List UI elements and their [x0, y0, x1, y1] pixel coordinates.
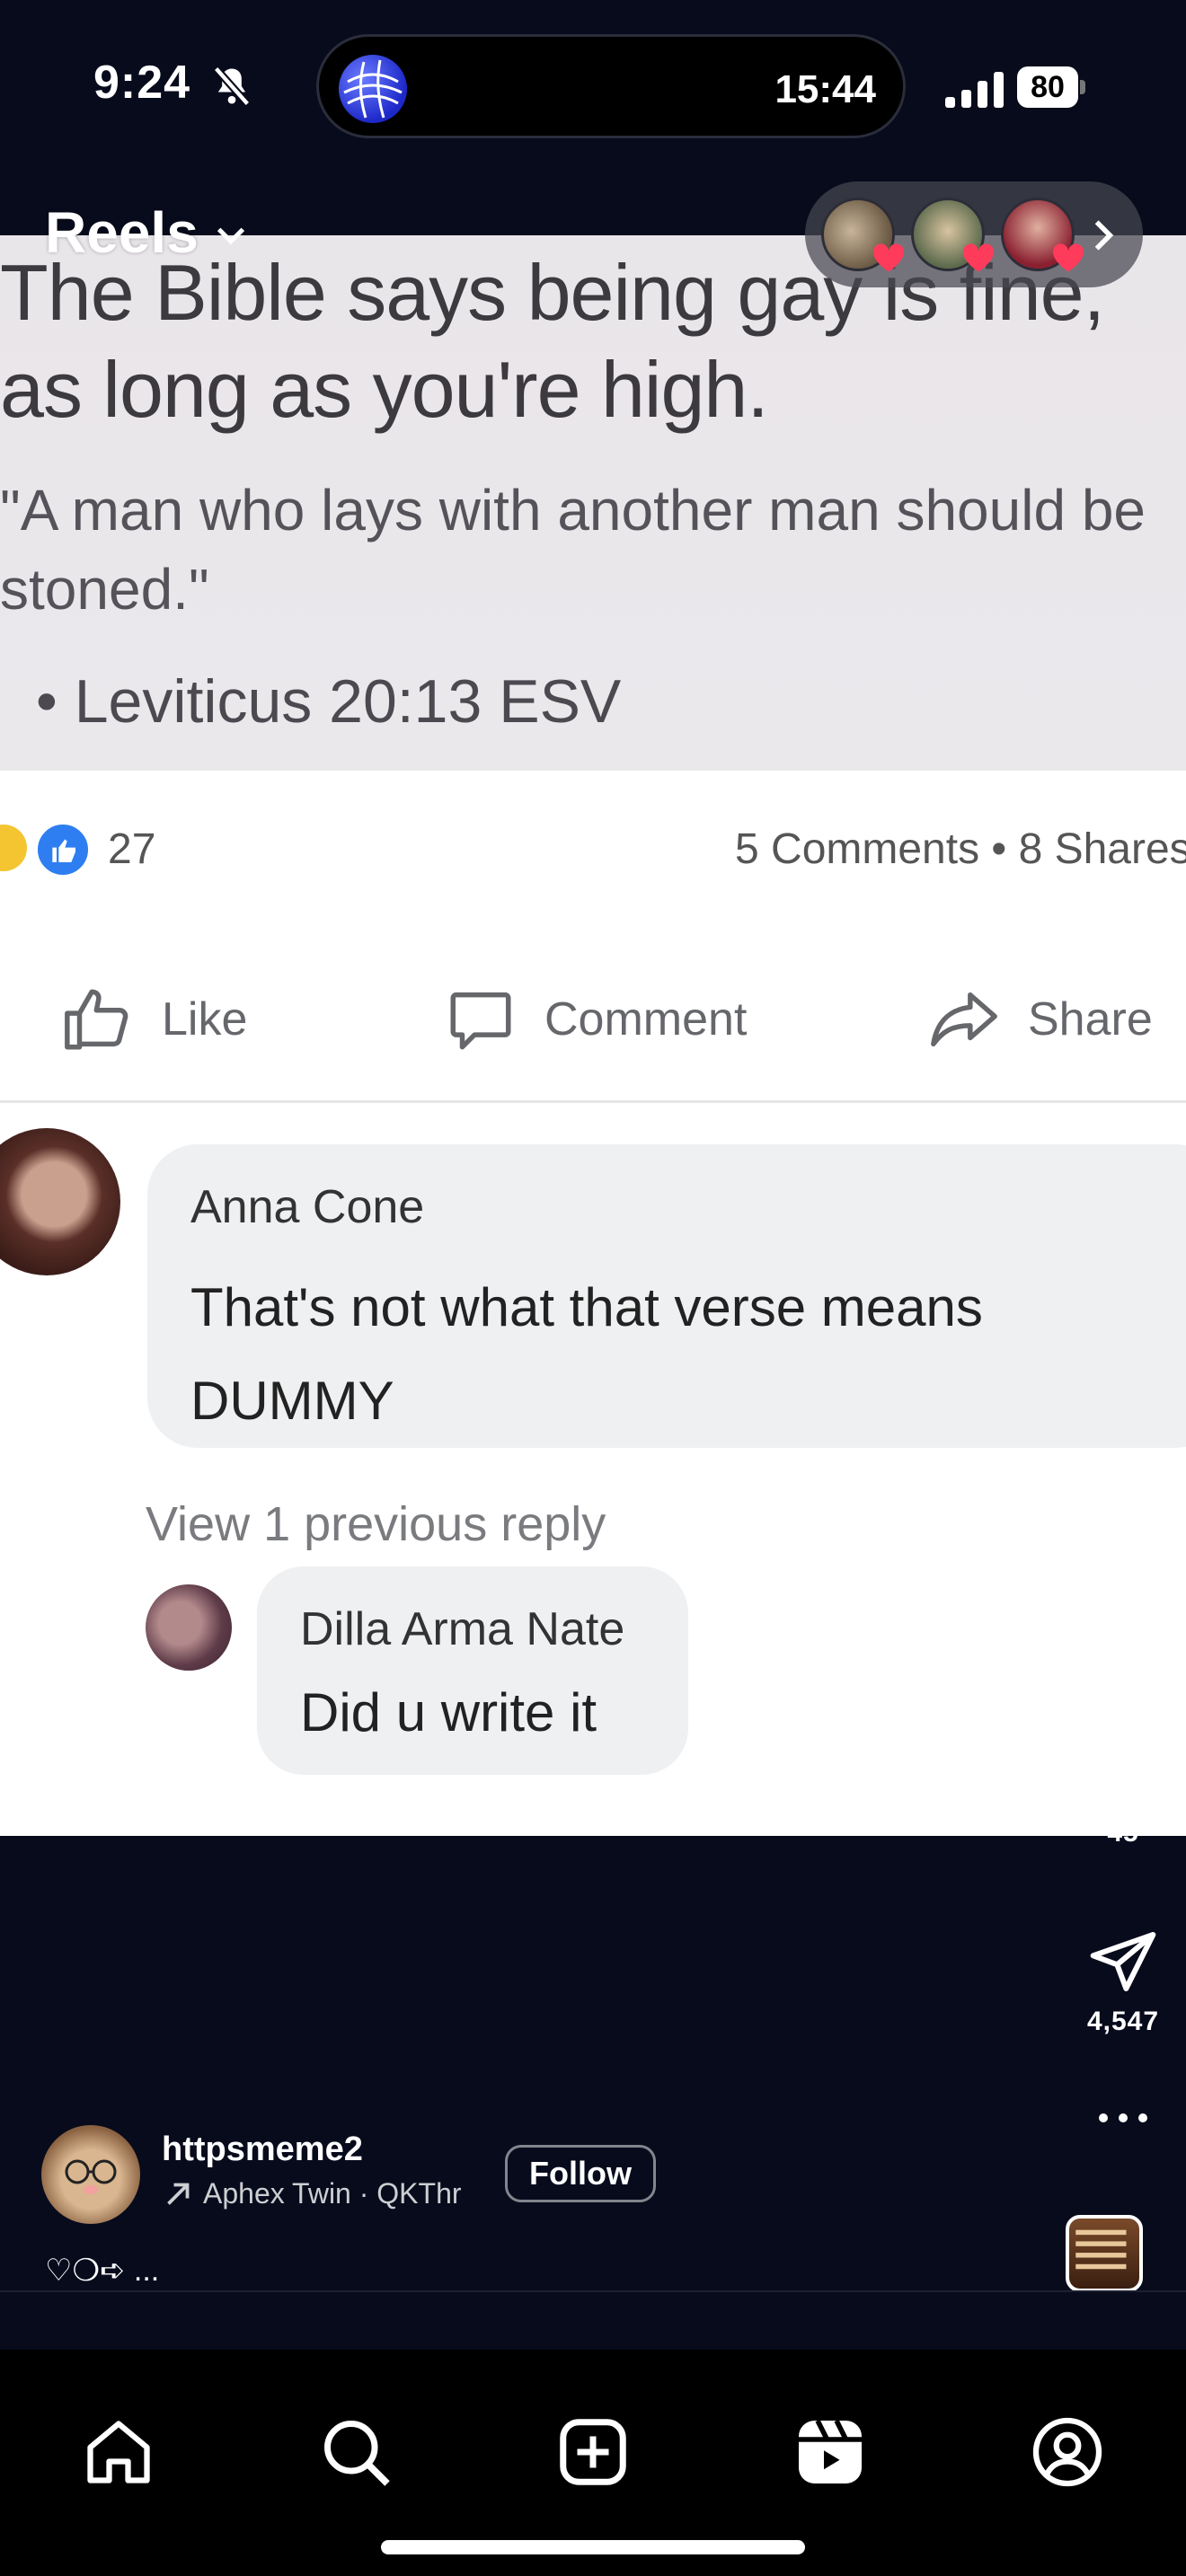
globe-icon — [339, 55, 407, 123]
comment-text: That's not what that verse means DUMMY — [190, 1277, 983, 1431]
reply-bubble: Dilla Arma Nate Did u write it — [257, 1566, 688, 1775]
profile-icon[interactable] — [1030, 2414, 1105, 2490]
chevron-down-icon — [217, 227, 244, 245]
heart-icon — [962, 243, 995, 272]
search-icon[interactable] — [318, 2414, 394, 2490]
follow-button[interactable]: Follow — [505, 2145, 656, 2202]
like-label: Like — [162, 993, 248, 1045]
send-icon — [1090, 1932, 1156, 1991]
comment-button[interactable]: 45 — [1060, 1737, 1186, 1848]
heart-icon — [1087, 1548, 1159, 1616]
reaction-count: 27 — [108, 825, 156, 873]
comment-label: Comment — [544, 993, 748, 1045]
like-button[interactable]: 32.7K — [1060, 1548, 1186, 1656]
signal-icon — [945, 72, 1004, 108]
comment-bubble: Anna Cone That's not what that verse mea… — [147, 1144, 1186, 1448]
reply-author: Dilla Arma Nate — [300, 1603, 625, 1655]
reaction-row: 27 5 Comments • 8 Shares — [0, 771, 1186, 932]
post-photo: The Bible says being gay is fine, as lon… — [0, 235, 1186, 771]
share-button[interactable]: 4,547 — [1060, 1926, 1186, 2037]
reel-caption[interactable]: ♡❍➪ ... — [45, 2253, 159, 2289]
share-label: Share — [1028, 993, 1153, 1045]
post-like-action: Like — [61, 983, 247, 1056]
divider — [0, 2290, 1186, 2292]
reply-text: Did u write it — [300, 1682, 597, 1742]
battery-level: 80 — [1017, 66, 1078, 108]
chevron-right-icon — [1094, 220, 1114, 251]
status-time: 9:24 — [93, 57, 191, 109]
status-bar: 9:24 15:44 80 — [0, 0, 1186, 171]
caption-text: ♡❍➪ ... — [45, 2254, 160, 2288]
album-art-icon — [1075, 2229, 1127, 2270]
author-avatar[interactable] — [41, 2125, 140, 2224]
hamster-avatar-icon — [65, 2159, 117, 2194]
haha-reaction-icon — [0, 825, 27, 871]
reels-title-menu[interactable]: Reels — [45, 199, 249, 266]
heart-icon — [1052, 243, 1084, 272]
author-username[interactable]: httpsmeme2 — [162, 2130, 363, 2169]
more-icon — [1099, 2113, 1147, 2122]
comment-bubble-icon — [450, 992, 511, 1050]
audio-title: Aphex Twin · QKThr — [203, 2177, 462, 2210]
post-share-action: Share — [927, 983, 1153, 1056]
battery-cap — [1080, 80, 1085, 94]
comment-author: Anna Cone — [190, 1181, 425, 1233]
post-citation: • Leviticus 20:13 ESV — [36, 667, 622, 736]
post-quote: "A man who lays with another man should … — [0, 478, 1146, 622]
page-title: Reels — [45, 200, 199, 265]
create-icon[interactable] — [555, 2414, 631, 2490]
share-arrow-icon — [931, 992, 997, 1047]
battery-indicator: 80 — [1017, 66, 1085, 108]
heart-icon — [872, 243, 905, 272]
share-count: 4,547 — [1086, 2007, 1160, 2036]
comment-icon — [1093, 1742, 1156, 1806]
reels-icon[interactable] — [792, 2414, 868, 2490]
post-comment-action: Comment — [444, 983, 747, 1056]
thumbs-up-icon — [65, 989, 128, 1050]
reel-video-content[interactable]: The Bible says being gay is fine, as lon… — [0, 235, 1186, 1836]
like-reaction-icon — [34, 821, 92, 878]
comments-shares-count: 5 Comments • 8 Shares — [735, 825, 1186, 873]
comments-area: Anna Cone That's not what that verse mea… — [0, 1103, 1186, 1836]
like-count: 32.7K — [1084, 1626, 1162, 1655]
island-time: 15:44 — [774, 67, 876, 111]
home-icon[interactable] — [81, 2414, 156, 2490]
post-action-row: Like Comment Share — [0, 932, 1186, 1103]
friends-activity-pill[interactable] — [805, 181, 1143, 287]
avatar — [146, 1584, 232, 1671]
view-previous-reply: View 1 previous reply — [146, 1497, 606, 1551]
dynamic-island[interactable]: 15:44 — [316, 34, 906, 138]
home-indicator[interactable] — [381, 2540, 805, 2554]
avatar — [0, 1128, 120, 1275]
trending-arrow-icon — [167, 2183, 190, 2205]
bell-off-icon — [213, 66, 251, 107]
audio-track-thumbnail[interactable] — [1066, 2215, 1143, 2292]
comment-count: 45 — [1107, 1818, 1139, 1848]
more-options-button[interactable] — [1060, 2109, 1186, 2127]
audio-attribution[interactable]: Aphex Twin · QKThr — [162, 2177, 462, 2210]
